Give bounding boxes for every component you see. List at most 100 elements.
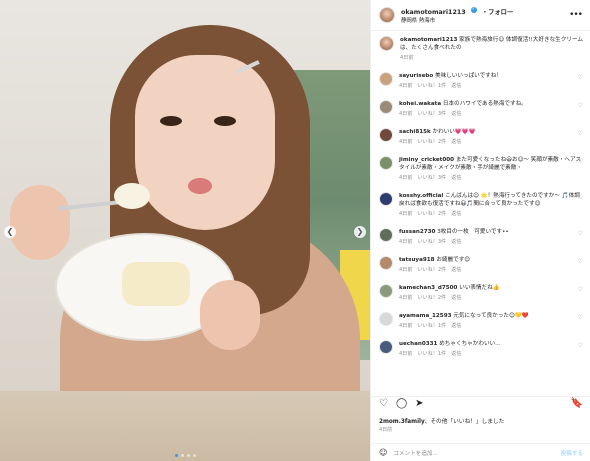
comment-item: kosshy.official こんばんは☺︎ 🌟！熱海行ってきたのですか〜 🎵…	[379, 192, 583, 218]
comment-likes[interactable]: いいね！1件	[417, 351, 446, 357]
comment-text: 3枚目の一枚 可愛いです••	[437, 229, 509, 235]
verified-badge-icon: ✓	[470, 6, 477, 13]
comment-like-icon[interactable]: ♡	[578, 342, 583, 349]
commenter-avatar[interactable]	[379, 340, 393, 354]
liked-by-user[interactable]: 2mom.3family	[379, 419, 425, 425]
comment-like-icon[interactable]: ♡	[578, 102, 583, 109]
post-caption: okamotomari1213 家族で熱海旅行☺︎ 体調復活!!大好きな生クリー…	[379, 36, 583, 62]
commenter-username[interactable]: tatsuya918	[399, 257, 435, 263]
comment-like-icon[interactable]: ♡	[578, 286, 583, 293]
reply-button[interactable]: 返信	[451, 351, 461, 357]
comment-likes[interactable]: いいね！2件	[417, 295, 446, 301]
heart-icon[interactable]: ♡	[379, 398, 388, 410]
comment-time[interactable]: 4日前	[399, 139, 412, 145]
follow-button[interactable]: フォロー	[488, 9, 513, 16]
reply-button[interactable]: 返信	[451, 139, 461, 145]
comment-likes[interactable]: いいね！2件	[417, 267, 446, 273]
commenter-avatar[interactable]	[379, 128, 393, 142]
photo-hand-left	[10, 185, 70, 260]
reply-button[interactable]: 返信	[451, 295, 461, 301]
comment-likes[interactable]: いいね！1件	[417, 83, 446, 89]
comment-item: sachi815k かわいい💗💗💗 4日前 いいね！2件 返信 ♡	[379, 128, 583, 146]
reply-button[interactable]: 返信	[451, 211, 461, 217]
caption-time[interactable]: 4日前	[400, 55, 413, 61]
photo-subject-lips	[188, 178, 212, 194]
comment-time[interactable]: 4日前	[399, 211, 412, 217]
commenter-username[interactable]: kohei.wakata	[399, 101, 441, 107]
commenter-avatar[interactable]	[379, 72, 393, 86]
commenter-avatar[interactable]	[379, 100, 393, 114]
reply-button[interactable]: 返信	[451, 323, 461, 329]
share-icon[interactable]: ➤	[415, 398, 423, 410]
reply-button[interactable]: 返信	[451, 239, 461, 245]
comment-text: 美味しいいっぱいですね！	[435, 73, 502, 79]
comment-icon[interactable]: ◯	[396, 398, 407, 410]
comment-like-icon[interactable]: ♡	[578, 158, 583, 165]
commenter-username[interactable]: sayurisebo	[399, 73, 433, 79]
comment-time[interactable]: 4日前	[399, 83, 412, 89]
post-location[interactable]: 静岡県 熱海市	[401, 17, 569, 26]
commenter-username[interactable]: uechan0331	[399, 341, 437, 347]
comment-like-icon[interactable]: ♡	[578, 314, 583, 321]
commenter-avatar[interactable]	[379, 284, 393, 298]
comment-time[interactable]: 4日前	[399, 175, 412, 181]
post-comment-button[interactable]: 投稿する	[561, 449, 583, 457]
post-photo[interactable]: ❮ ❯	[0, 0, 370, 461]
comment-input[interactable]: コメントを追加...	[393, 449, 560, 457]
comment-time[interactable]: 4日前	[399, 267, 412, 273]
comment-likes[interactable]: いいね！1件	[417, 323, 446, 329]
comment-likes[interactable]: いいね！3件	[417, 175, 446, 181]
commenter-avatar[interactable]	[379, 228, 393, 242]
comment-like-icon[interactable]: ♡	[578, 194, 583, 201]
comment-time[interactable]: 4日前	[399, 351, 412, 357]
reply-button[interactable]: 返信	[451, 111, 461, 117]
commenter-username[interactable]: fussan2730	[399, 229, 435, 235]
comment-likes[interactable]: いいね！3件	[417, 111, 446, 117]
comment-text: めちゃくちゃかわいい…	[439, 341, 501, 347]
emoji-icon[interactable]: ☺	[379, 448, 387, 457]
commenter-username[interactable]: ayamama_12593	[399, 313, 452, 319]
avatar[interactable]	[379, 7, 395, 23]
comment-time[interactable]: 4日前	[399, 323, 412, 329]
comment-like-icon[interactable]: ♡	[578, 130, 583, 137]
comment-text: お綺麗です😊	[436, 257, 471, 263]
bookmark-icon[interactable]: 🔖	[571, 398, 583, 410]
comment-like-icon[interactable]: ♡	[578, 230, 583, 237]
reply-button[interactable]: 返信	[451, 267, 461, 273]
author-username[interactable]: okamotomari1213	[401, 9, 466, 16]
comment-likes[interactable]: いいね！3件	[417, 239, 446, 245]
post-header: okamotomari1213 ✓ ・フォロー 静岡県 熱海市 •••	[371, 0, 590, 31]
commenter-avatar[interactable]	[379, 156, 393, 170]
comment-time[interactable]: 4日前	[399, 295, 412, 301]
commenter-username[interactable]: kamechan3_d7500	[399, 285, 457, 291]
comment-list[interactable]: okamotomari1213 家族で熱海旅行☺︎ 体調復活!!大好きな生クリー…	[371, 32, 590, 395]
photo-subject-eye	[214, 116, 236, 126]
comment-like-icon[interactable]: ♡	[578, 74, 583, 81]
commenter-username[interactable]: kosshy.official	[399, 193, 443, 199]
photo-subject-face	[135, 55, 275, 230]
carousel-next-button[interactable]: ❯	[354, 226, 366, 238]
commenter-avatar[interactable]	[379, 256, 393, 270]
caption-avatar[interactable]	[379, 36, 394, 51]
comment-item: tatsuya918 お綺麗です😊 4日前 いいね！2件 返信 ♡	[379, 256, 583, 274]
photo-cake	[122, 262, 190, 306]
commenter-username[interactable]: sachi815k	[399, 129, 431, 135]
comment-time[interactable]: 4日前	[399, 111, 412, 117]
more-options-icon[interactable]: •••	[569, 10, 583, 20]
carousel-prev-button[interactable]: ❮	[4, 226, 16, 238]
photo-hand-right	[200, 280, 260, 350]
comment-item: kamechan3_d7500 いい表情だね👍 4日前 いいね！2件 返信 ♡	[379, 284, 583, 302]
commenter-avatar[interactable]	[379, 312, 393, 326]
commenter-username[interactable]: jiminy_cricket000	[399, 157, 454, 163]
reply-button[interactable]: 返信	[451, 175, 461, 181]
carousel-dot	[174, 454, 178, 457]
comment-likes[interactable]: いいね！2件	[417, 211, 446, 217]
liked-by-rest[interactable]: 、その他「いいね！」しました	[425, 419, 505, 425]
commenter-avatar[interactable]	[379, 192, 393, 206]
comment-likes[interactable]: いいね！2件	[417, 139, 446, 145]
caption-username[interactable]: okamotomari1213	[400, 37, 457, 43]
comment-time[interactable]: 4日前	[399, 239, 412, 245]
reply-button[interactable]: 返信	[451, 83, 461, 89]
comment-like-icon[interactable]: ♡	[578, 258, 583, 265]
comment-item: ayamama_12593 元気になって良かった😊💛❤️ 4日前 いいね！1件 返信 ♡	[379, 312, 583, 330]
